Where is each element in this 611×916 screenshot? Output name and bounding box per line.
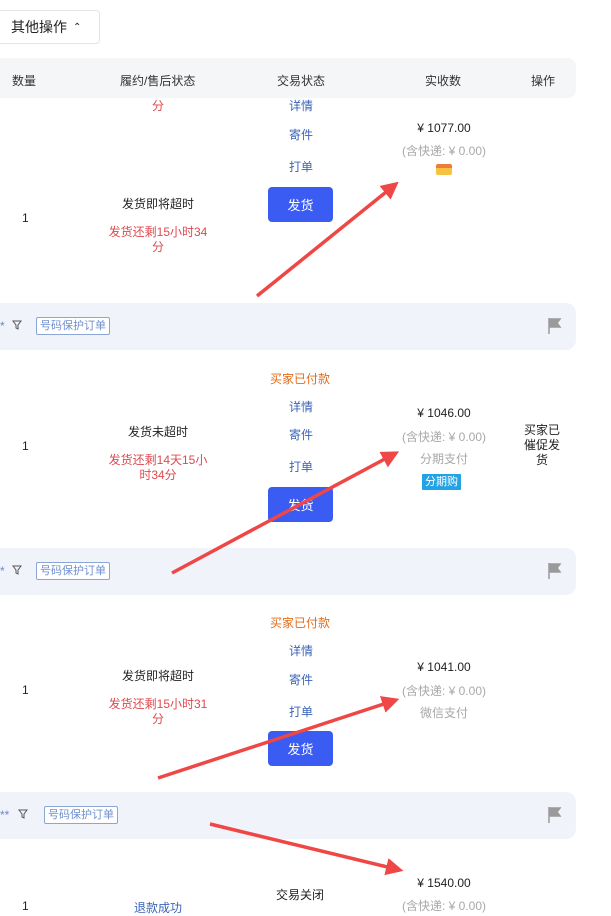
filter-icon[interactable] xyxy=(12,565,22,575)
order-separator: * 号码保护订单 xyxy=(0,548,576,595)
flag-icon[interactable] xyxy=(548,806,562,824)
order3-send-link[interactable]: 寄件 xyxy=(289,671,313,688)
order3-price: ¥ 1041.00 xyxy=(417,660,471,674)
order1-ship-button[interactable]: 发货 xyxy=(268,187,333,222)
order3-ship-button[interactable]: 发货 xyxy=(268,731,333,766)
masked-text: * xyxy=(0,319,5,333)
caret-up-icon: ⌃ xyxy=(73,21,82,33)
column-header-fulfillment-status: 履约/售后状态 xyxy=(120,74,196,88)
order2-remaining-time: 发货还剩14天15小 时34分 xyxy=(108,453,208,482)
order3-detail-link[interactable]: 详情 xyxy=(289,642,313,659)
card-payment-icon xyxy=(436,164,452,175)
installment-badge: 分期购 xyxy=(422,474,461,490)
order2-timeout-status: 发货未超时 xyxy=(127,425,188,439)
other-operations-dropdown[interactable]: 其他操作 ⌃ xyxy=(0,10,100,44)
other-operations-label: 其他操作 xyxy=(11,19,67,35)
number-protection-tag: 号码保护订单 xyxy=(36,317,110,335)
order3-payment-method: 微信支付 xyxy=(419,706,468,720)
order4-trade-closed: 交易关闭 xyxy=(275,888,324,902)
masked-text: ** xyxy=(0,808,10,822)
order2-buyer-paid-status: 买家已付款 xyxy=(270,372,331,386)
order1-remaining-time: 发货还剩15小时34 分 xyxy=(108,225,208,254)
order2-price: ¥ 1046.00 xyxy=(417,406,471,420)
order2-detail-link[interactable]: 详情 xyxy=(289,398,313,415)
order3-shipping-note: (含快递: ¥ 0.00) xyxy=(401,684,487,698)
order1-print-link[interactable]: 打单 xyxy=(289,158,313,175)
column-header-trade-status: 交易状态 xyxy=(277,74,326,88)
order-separator: ** 号码保护订单 xyxy=(0,792,576,839)
order3-print-link[interactable]: 打单 xyxy=(289,703,313,720)
number-protection-tag: 号码保护订单 xyxy=(44,806,118,824)
column-header-actions: 操作 xyxy=(531,74,556,88)
order2-payment-method: 分期支付 xyxy=(419,452,468,466)
order3-remaining-time: 发货还剩15小时31 分 xyxy=(108,697,208,726)
order3-quantity: 1 xyxy=(22,683,29,697)
order4-refund-status[interactable]: 退款成功 xyxy=(134,899,182,916)
order-separator: * 号码保护订单 xyxy=(0,303,576,350)
number-protection-tag: 号码保护订单 xyxy=(36,562,110,580)
order2-buyer-urged-notice: 买家已 催促发货 xyxy=(523,423,560,467)
order2-print-link[interactable]: 打单 xyxy=(289,458,313,475)
flag-icon[interactable] xyxy=(548,317,562,335)
flag-icon[interactable] xyxy=(548,562,562,580)
column-header-paid-amount: 实收数 xyxy=(425,74,462,88)
order1-quantity: 1 xyxy=(22,211,29,225)
order2-send-link[interactable]: 寄件 xyxy=(289,426,313,443)
order2-shipping-note: (含快递: ¥ 0.00) xyxy=(401,430,487,444)
order4-quantity: 1 xyxy=(22,899,29,913)
order3-buyer-paid-status: 买家已付款 xyxy=(270,616,331,630)
order1-detail-link[interactable]: 详情 xyxy=(289,97,313,114)
filter-icon[interactable] xyxy=(12,320,22,330)
order1-timeout-status: 发货即将超时 xyxy=(121,197,194,211)
column-header-quantity: 数量 xyxy=(12,74,37,88)
order1-send-link[interactable]: 寄件 xyxy=(289,126,313,143)
masked-text: * xyxy=(0,564,5,578)
order3-timeout-status: 发货即将超时 xyxy=(121,669,194,683)
filter-icon[interactable] xyxy=(18,809,28,819)
order4-price: ¥ 1540.00 xyxy=(417,876,471,890)
order2-ship-button[interactable]: 发货 xyxy=(268,487,333,522)
order1-price: ¥ 1077.00 xyxy=(417,121,471,135)
order1-shipping-note: (含快递: ¥ 0.00) xyxy=(401,144,487,158)
order2-quantity: 1 xyxy=(22,439,29,453)
order1-remaining-fragment: 分 xyxy=(152,99,165,113)
